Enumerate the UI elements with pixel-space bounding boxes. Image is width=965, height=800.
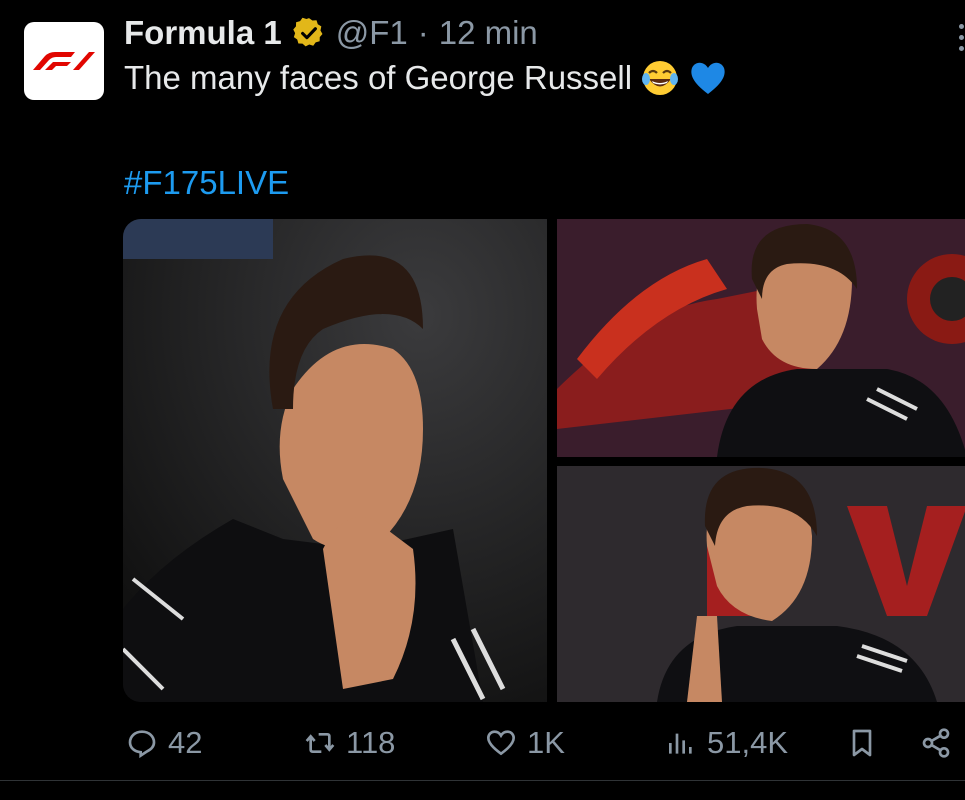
photo-1[interactable] xyxy=(123,219,547,702)
f1-logo-icon xyxy=(33,52,95,70)
bookmark-button[interactable] xyxy=(846,724,878,762)
like-count: 1K xyxy=(527,725,565,760)
tweet-timestamp[interactable]: 12 min xyxy=(439,14,538,52)
share-button[interactable] xyxy=(920,724,952,762)
tweet: Formula 1 @F1 · 12 min The many faces of… xyxy=(0,0,965,800)
like-button[interactable]: 1K xyxy=(485,724,565,762)
photo-2[interactable] xyxy=(557,219,965,457)
more-options-icon[interactable] xyxy=(955,24,965,54)
media-grid xyxy=(123,219,965,702)
tears-of-joy-emoji-icon xyxy=(642,61,679,95)
tweet-header: Formula 1 @F1 · 12 min xyxy=(124,10,538,56)
heart-icon xyxy=(486,730,516,756)
photo-3[interactable] xyxy=(557,466,965,702)
retweet-button[interactable]: 118 xyxy=(304,724,395,762)
hashtag-link[interactable]: #F175LIVE xyxy=(124,164,289,202)
analytics-icon xyxy=(669,733,692,754)
view-count: 51,4K xyxy=(707,725,789,760)
reply-button[interactable]: 42 xyxy=(126,724,202,762)
reply-icon xyxy=(128,730,156,759)
tweet-actions: 42 118 1K 51,4K xyxy=(0,712,965,774)
blue-heart-emoji-icon xyxy=(691,62,725,94)
divider xyxy=(0,780,965,781)
bookmark-icon xyxy=(852,729,872,757)
verified-badge-icon xyxy=(292,17,323,47)
retweet-count: 118 xyxy=(346,725,396,760)
avatar[interactable] xyxy=(24,22,104,100)
author-name[interactable]: Formula 1 xyxy=(124,14,282,52)
reply-count: 42 xyxy=(168,725,203,760)
views-button[interactable]: 51,4K xyxy=(665,724,788,762)
share-icon xyxy=(922,728,950,758)
tweet-text: The many faces of George Russell xyxy=(124,58,728,98)
retweet-icon xyxy=(305,733,335,753)
author-handle[interactable]: @F1 xyxy=(336,14,408,52)
tweet-text-content: The many faces of George Russell xyxy=(124,59,633,96)
header-separator: · xyxy=(417,14,429,51)
